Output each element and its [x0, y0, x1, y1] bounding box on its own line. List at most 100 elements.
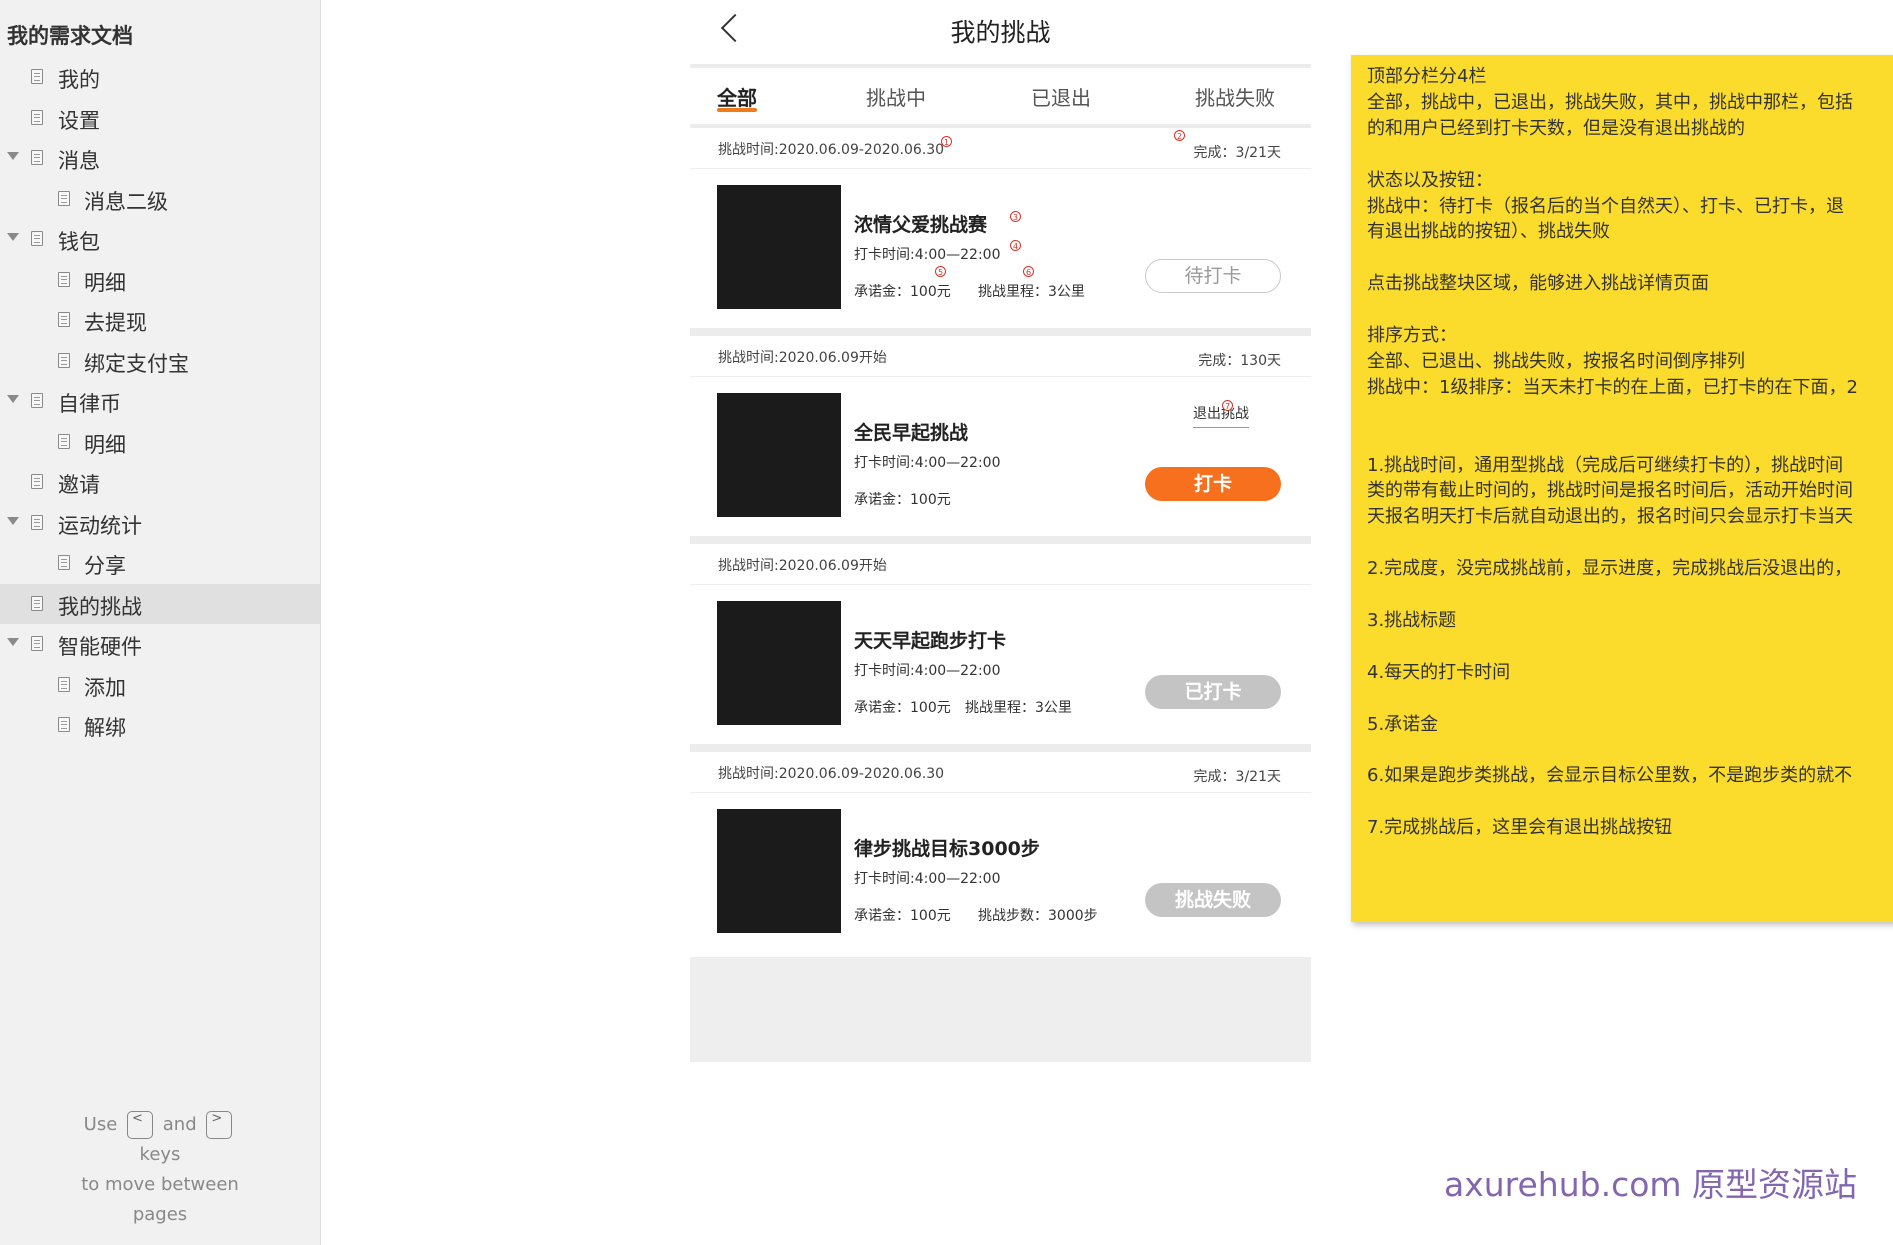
challenge-failed-button[interactable]: 挑战失败: [1145, 883, 1281, 917]
note-line: 全部、已退出、挑战失败，按报名时间倒序排列: [1367, 350, 1745, 372]
tab-all[interactable]: 全部: [717, 82, 757, 111]
page-icon: [31, 514, 43, 530]
sidebar-item-label: 明细: [84, 432, 126, 457]
sidebar-item[interactable]: 明细: [0, 260, 320, 300]
sidebar-item[interactable]: 明细: [0, 422, 320, 462]
card-header: 挑战时间:2020.06.09-2020.06.30 完成：3/21天: [690, 752, 1311, 793]
note-line: 1.挑战时间，通用型挑战（完成后可继续打卡的），挑战时间: [1367, 454, 1844, 476]
note-line: 4.每天的打卡时间: [1367, 661, 1511, 683]
note-line: 类的带有截止时间的，挑战时间是报名时间后，活动开始时间: [1367, 480, 1853, 502]
expand-arrow-icon[interactable]: [7, 638, 19, 646]
deposit: 承诺金：100元: [854, 908, 951, 924]
deposit: 承诺金：100元: [854, 492, 951, 508]
checkin-hours: 打卡时间:4:00—22:00: [854, 455, 1001, 471]
sidebar-item[interactable]: 自律币: [0, 381, 320, 421]
challenge-card[interactable]: 挑战时间:2020.06.09开始 完成：130天 全民早起挑战 打卡时间:4:…: [690, 336, 1311, 536]
note-line: 挑战中：1级排序：当天未打卡的在上面，已打卡的在下面，2: [1367, 376, 1858, 398]
expand-arrow-icon[interactable]: [7, 395, 19, 403]
annotation-marker-5: 5: [935, 266, 946, 277]
card-separator: [690, 328, 1311, 336]
page-icon: [58, 717, 70, 732]
pending-checkin-button[interactable]: 待打卡: [1145, 259, 1281, 293]
page-icon: [58, 271, 70, 287]
sidebar-item[interactable]: 钱包: [0, 219, 320, 259]
challenge-thumbnail: [717, 809, 841, 933]
tab-ongoing[interactable]: 挑战中: [866, 82, 926, 111]
expand-arrow-icon[interactable]: [7, 152, 19, 160]
sidebar-item[interactable]: 我的挑战: [0, 583, 320, 624]
page-icon: [58, 555, 70, 570]
challenge-distance: 挑战里程：3公里: [978, 284, 1085, 300]
sidebar-item[interactable]: 添加: [0, 665, 320, 705]
watermark: axurehub.com 原型资源站: [1444, 1165, 1858, 1204]
sidebar-item-label: 解绑: [84, 716, 126, 740]
sidebar-item-label: 去提现: [84, 311, 147, 335]
annotation-marker-6: 6: [1023, 266, 1034, 277]
help-use: Use: [83, 1114, 118, 1135]
challenge-thumbnail: [717, 393, 841, 517]
sidebar-item[interactable]: 运动统计: [0, 503, 320, 543]
sidebar-item[interactable]: 设置: [0, 98, 320, 138]
challenge-card[interactable]: 挑战时间:2020.06.09-2020.06.30 完成：3/21天 浓情父爱…: [690, 128, 1311, 328]
sidebar-item-label: 我的挑战: [58, 594, 142, 619]
sidebar-item[interactable]: 消息二级: [0, 179, 320, 219]
sidebar-item[interactable]: 绑定支付宝: [0, 341, 320, 381]
checked-in-button[interactable]: 已打卡: [1145, 675, 1281, 709]
note-line: 的和用户已经到打卡天数，但是没有退出挑战的: [1367, 117, 1745, 139]
sidebar-item-label: 钱包: [58, 230, 100, 254]
challenge-name: 天天早起跑步打卡: [854, 630, 1007, 652]
checkin-button[interactable]: 打卡: [1145, 467, 1281, 501]
sidebar-item[interactable]: 消息: [0, 138, 320, 178]
page-icon: [58, 433, 70, 449]
tab-failed[interactable]: 挑战失败: [1195, 82, 1275, 111]
challenge-card[interactable]: 挑战时间:2020.06.09-2020.06.30 完成：3/21天 律步挑战…: [690, 752, 1311, 952]
challenge-time: 挑战时间:2020.06.09开始: [718, 350, 887, 366]
sidebar-item-label: 添加: [84, 675, 126, 700]
sidebar-item-label: 邀请: [58, 473, 100, 497]
expand-arrow-icon[interactable]: [7, 516, 19, 525]
card-separator: [690, 744, 1311, 752]
top-bar: 我的挑战: [690, 0, 1311, 64]
sidebar-item-label: 智能硬件: [58, 635, 142, 659]
challenge-thumbnail: [717, 185, 841, 309]
note-line: 天报名明天打卡后就自动退出的，报名时间只会显示打卡当天: [1367, 506, 1853, 528]
challenge-progress: 完成：130天: [1198, 353, 1281, 369]
sidebar-item[interactable]: 解绑: [0, 705, 320, 745]
page-icon: [31, 69, 43, 84]
sidebar-item-label: 自律币: [58, 392, 121, 416]
checkin-hours: 打卡时间:4:00—22:00: [854, 663, 1001, 679]
prev-key-icon: <: [127, 1111, 154, 1139]
sidebar-item[interactable]: 我的: [0, 57, 320, 97]
sidebar-item[interactable]: 智能硬件: [0, 624, 320, 664]
page-icon: [31, 636, 43, 651]
challenge-progress: 完成：3/21天: [1193, 145, 1281, 161]
annotation-marker-1: 1: [941, 136, 952, 147]
note-line: 5.承诺金: [1367, 713, 1439, 735]
sidebar-item[interactable]: 去提现: [0, 300, 320, 340]
quit-challenge-link[interactable]: 退出挑战: [1193, 403, 1249, 428]
annotation-marker-2: 2: [1174, 130, 1185, 141]
sidebar-item-label: 设置: [58, 108, 100, 133]
sidebar-item-label: 分享: [84, 554, 126, 578]
expand-arrow-icon[interactable]: [7, 233, 19, 241]
note-line: 全部，挑战中，已退出，挑战失败，其中，挑战中那栏，包括: [1367, 91, 1853, 113]
bottom-placeholder: [690, 957, 1311, 1062]
sidebar-item[interactable]: 分享: [0, 543, 320, 583]
sidebar-item-label: 明细: [84, 270, 126, 295]
card-separator: [690, 536, 1311, 544]
note-line: 顶部分栏分4栏: [1367, 66, 1487, 87]
card-header: 挑战时间:2020.06.09-2020.06.30 完成：3/21天: [690, 128, 1311, 169]
tab-exited[interactable]: 已退出: [1031, 82, 1091, 111]
card-header: 挑战时间:2020.06.09开始: [690, 544, 1311, 585]
sidebar-item[interactable]: 邀请: [0, 462, 320, 502]
challenge-time: 挑战时间:2020.06.09开始: [718, 558, 887, 574]
sidebar-item-label: 我的: [58, 68, 100, 92]
note-line: 状态以及按钮：: [1367, 169, 1493, 191]
help-pages: pages: [132, 1204, 188, 1225]
sidebar-item-label: 绑定支付宝: [84, 351, 189, 376]
note-line: 有退出挑战的按钮）、挑战失败: [1367, 221, 1610, 243]
challenge-card[interactable]: 挑战时间:2020.06.09开始 天天早起跑步打卡 打卡时间:4:00—22:…: [690, 544, 1311, 744]
sidebar: 我的需求文档 我的 设置 消息 消息二级 钱包 明细 去提现 绑定支付宝 自律币 明细 邀请 运动统计…: [0, 0, 321, 1245]
page-icon: [31, 150, 43, 165]
help-keys: keys: [139, 1144, 181, 1165]
